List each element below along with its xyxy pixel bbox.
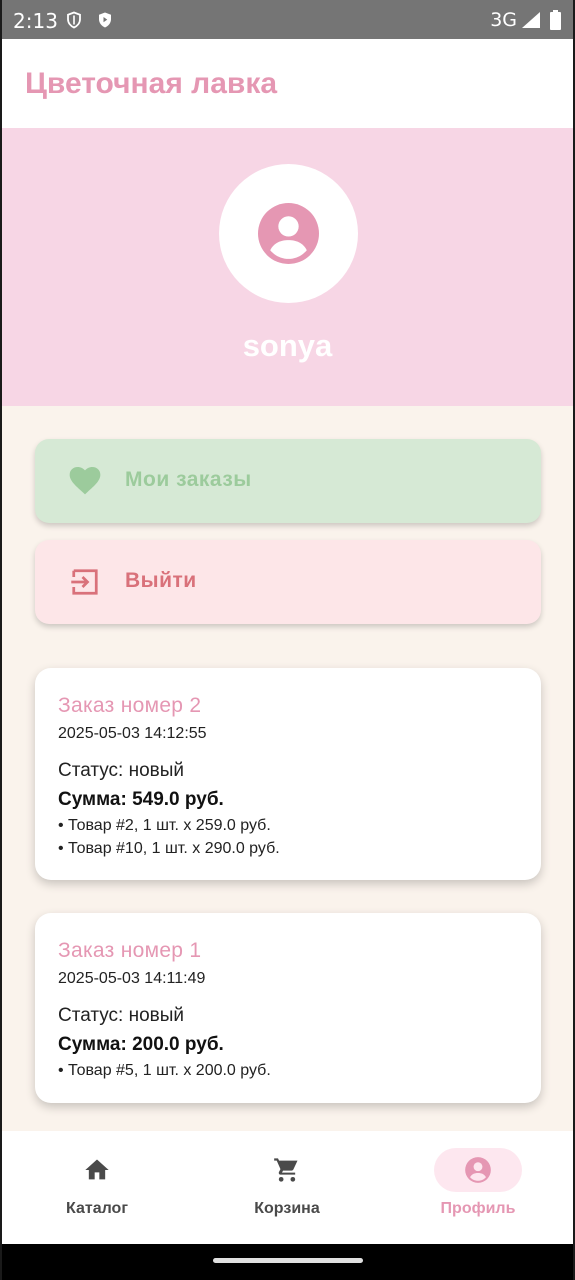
order-item: • Товар #10, 1 шт. x 290.0 руб. <box>58 840 280 857</box>
nav-cart[interactable]: Корзина <box>192 1131 382 1244</box>
heart-icon <box>69 467 101 495</box>
order-date: 2025-05-03 14:11:49 <box>58 970 206 987</box>
order-sum: Сумма: 200.0 руб. <box>58 1034 224 1055</box>
order-item: • Товар #2, 1 шт. x 259.0 руб. <box>58 817 271 834</box>
order-card[interactable]: Заказ номер 2 2025-05-03 14:12:55 Статус… <box>35 668 541 880</box>
order-item: • Товар #5, 1 шт. x 200.0 руб. <box>58 1062 271 1079</box>
order-sum: Сумма: 549.0 руб. <box>58 789 224 810</box>
order-title: Заказ номер 2 <box>58 694 202 717</box>
account-circle-icon <box>258 203 319 264</box>
signal-icon <box>522 12 540 28</box>
logout-icon <box>71 569 98 595</box>
nav-profile-label: Профиль <box>440 1200 516 1217</box>
status-bar: 2:13 3G <box>2 0 573 39</box>
my-orders-button[interactable]: Мои заказы <box>35 439 541 523</box>
nav-profile[interactable]: Профиль <box>383 1131 573 1244</box>
app-title: Цветочная лавка <box>25 67 278 100</box>
my-orders-label: Мои заказы <box>125 468 252 491</box>
order-items: • Товар #5, 1 шт. x 200.0 руб. <box>58 1059 271 1082</box>
cart-icon <box>274 1158 298 1182</box>
nav-catalog[interactable]: Каталог <box>2 1131 192 1244</box>
logout-label: Выйти <box>125 569 197 592</box>
order-status: Статус: новый <box>58 1005 185 1026</box>
app-bar: Цветочная лавка <box>2 39 573 128</box>
order-items: • Товар #2, 1 шт. x 259.0 руб. • Товар #… <box>58 814 280 860</box>
nav-catalog-label: Каталог <box>66 1200 128 1217</box>
gesture-bar <box>2 1244 573 1280</box>
order-status: Статус: новый <box>58 760 185 781</box>
bottom-navigation: Каталог Корзина Профиль <box>2 1131 573 1244</box>
order-card[interactable]: Заказ номер 1 2025-05-03 14:11:49 Статус… <box>35 913 541 1103</box>
home-icon <box>85 1159 109 1180</box>
home-gesture-handle[interactable] <box>213 1258 363 1263</box>
shield-icon <box>67 11 81 29</box>
play-protect-icon <box>99 12 111 28</box>
battery-icon <box>550 10 561 30</box>
profile-header: sonya <box>2 128 573 406</box>
order-date: 2025-05-03 14:12:55 <box>58 725 207 742</box>
username: sonya <box>242 328 333 363</box>
nav-cart-label: Корзина <box>254 1200 320 1217</box>
status-time: 2:13 <box>13 9 58 33</box>
app-screen: 2:13 3G Цветочная лавка sonya Мои заказы… <box>2 0 573 1280</box>
order-title: Заказ номер 1 <box>58 939 202 962</box>
logout-button[interactable]: Выйти <box>35 540 541 624</box>
network-type: 3G <box>490 9 517 31</box>
avatar <box>219 164 358 303</box>
account-circle-icon <box>465 1157 491 1183</box>
